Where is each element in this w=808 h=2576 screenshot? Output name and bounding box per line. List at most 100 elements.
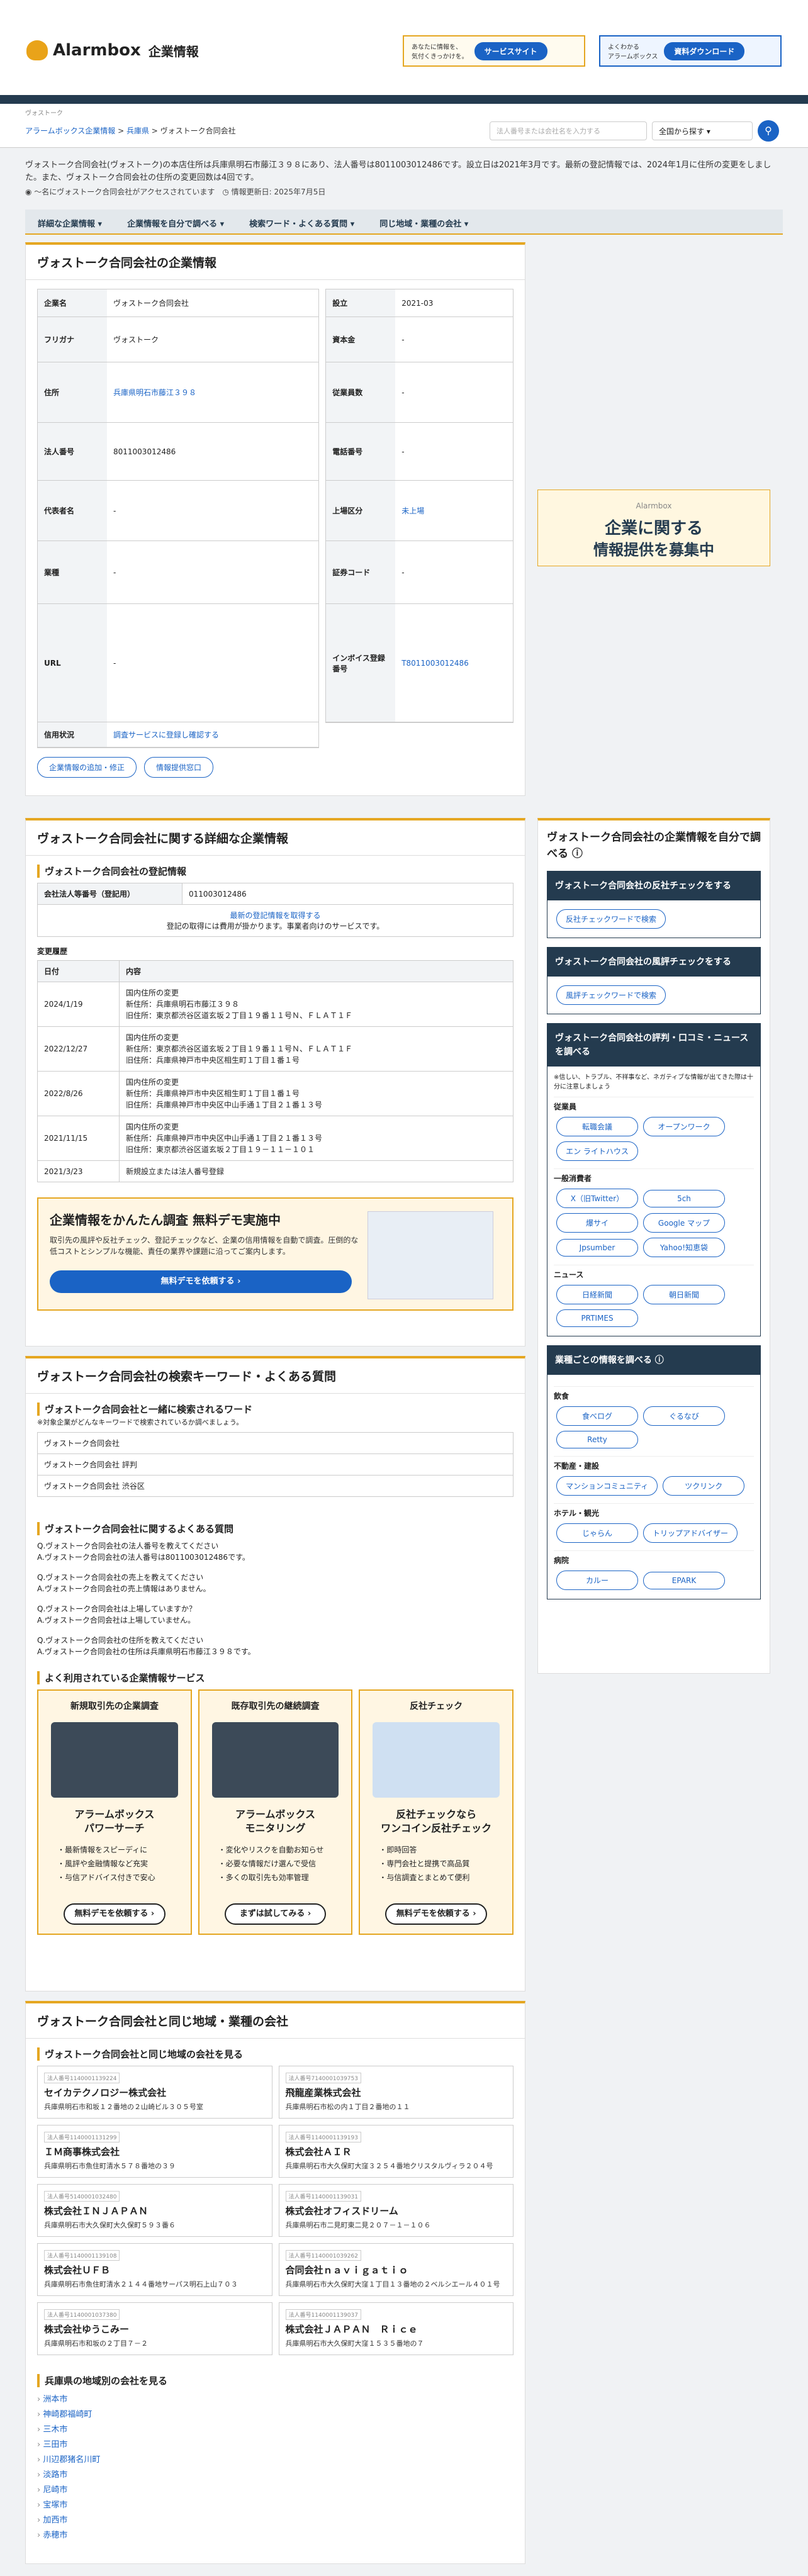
- demo-request-button[interactable]: 無料デモを依頼する ›: [50, 1270, 352, 1293]
- company-grid: 法人番号1140001139224 セイカテクノロジー株式会社 兵庫県明石市和坂１２…: [26, 2066, 525, 2355]
- company-item[interactable]: 法人番号1140001039262 合同会社ｎａｖｉｇａｔｉｏ 兵庫県明石市大久保町…: [278, 2243, 513, 2296]
- region-select[interactable]: 全国から探す ▾: [652, 121, 753, 140]
- service-site-button[interactable]: あなたに情報を、 気付くきっかけを。 サービスサイト: [403, 35, 585, 67]
- list-item: 神崎郡福崎町: [37, 2407, 513, 2422]
- area-link[interactable]: 三田市: [43, 2440, 67, 2450]
- site-link-button[interactable]: 爆サイ: [556, 1213, 638, 1233]
- area-list: 洲本市神崎郡福崎町三木市三田市川辺郡猪名川町淡路市尼崎市宝塚市加西市赤穂市: [26, 2392, 525, 2543]
- antisocial-search-button[interactable]: 反社チェックワードで検索: [556, 909, 666, 929]
- site-link-button[interactable]: Google マップ: [643, 1213, 725, 1233]
- company-address: 兵庫県明石市和坂１２番地の２山崎ビル３０５号室: [44, 2103, 203, 2111]
- company-item[interactable]: 法人番号7140001039753 飛龍産業株式会社 兵庫県明石市松の内１丁目２番地…: [278, 2066, 513, 2119]
- site-link-button[interactable]: 食べログ: [556, 1406, 638, 1426]
- site-link-button[interactable]: 日経新聞: [556, 1285, 638, 1304]
- table-row: 2022/8/26 国内住所の変更 新住所：兵庫県神戸市中央区相生町１丁目１番１号…: [37, 1071, 513, 1116]
- area-link[interactable]: 赤穂市: [43, 2531, 67, 2540]
- keyword-row[interactable]: ヴォストーク合同会社 渋谷区: [37, 1475, 513, 1497]
- crumb-home[interactable]: アラームボックス企業情報: [25, 126, 115, 135]
- help-icon[interactable]: ⓘ: [572, 848, 583, 860]
- listing-link[interactable]: 未上場: [401, 505, 424, 516]
- site-logo[interactable]: Alarmbox 企業情報: [26, 40, 199, 60]
- area-link[interactable]: 洲本市: [43, 2395, 67, 2404]
- company-name: 株式会社ＡＩＲ: [285, 2146, 352, 2158]
- site-link-button[interactable]: トリップアドバイザー: [643, 1523, 738, 1543]
- list-item: 三木市: [37, 2422, 513, 2438]
- company-item[interactable]: 法人番号1140001139031 株式会社オフィスドリーム 兵庫県明石市二見町東二…: [278, 2184, 513, 2237]
- info-window-button[interactable]: 情報提供窓口: [144, 757, 214, 778]
- service-cta-button[interactable]: 無料デモを依頼する ›: [64, 1903, 166, 1925]
- site-header: Alarmbox 企業情報 あなたに情報を、 気付くきっかけを。 サービスサイト よ…: [0, 0, 808, 104]
- site-link-button[interactable]: Yahoo!知恵袋: [643, 1238, 725, 1257]
- company-item[interactable]: 法人番号1140001139108 株式会社ＵＦＢ 兵庫県明石市魚住町清水２１４４番…: [37, 2243, 272, 2296]
- sidebar: ヴォストーク合同会社の企業情報を自分で調べる ⓘ ヴォストーク合同会社の反社チェ…: [537, 818, 770, 1674]
- corp-number: 法人番号1140001037380: [44, 2309, 120, 2320]
- site-link-button[interactable]: Retty: [556, 1431, 638, 1448]
- tab-self[interactable]: 企業情報を自分で調べる ▾: [115, 210, 237, 233]
- tab-keywords[interactable]: 検索ワード・よくある質問 ▾: [237, 210, 367, 233]
- list-item: 三田市: [37, 2438, 513, 2453]
- site-link-button[interactable]: ぐるなび: [643, 1406, 725, 1426]
- area-link[interactable]: 淡路市: [43, 2470, 67, 2480]
- site-link-button[interactable]: マンションコミュニティ: [556, 1476, 658, 1496]
- search-icon[interactable]: ⚲: [758, 120, 779, 142]
- company-item[interactable]: 法人番号1140001139037 株式会社ＪＡＰＡＮ Ｒｉｃｅ 兵庫県明石市大久保…: [278, 2302, 513, 2355]
- area-link[interactable]: 宝塚市: [43, 2500, 67, 2510]
- company-address: 兵庫県明石市大久保町大窪１５３５番地の７: [285, 2339, 424, 2348]
- area-link[interactable]: 尼崎市: [43, 2485, 67, 2495]
- area-link[interactable]: 加西市: [43, 2516, 67, 2525]
- table-row: 2022/12/27 国内住所の変更 新住所：東京都渋谷区道玄坂２丁目１９番１１号…: [37, 1026, 513, 1072]
- site-link-button[interactable]: 転職会議: [556, 1117, 638, 1136]
- profile-left: 企業名 ヴォストーク合同会社 フリガナ ヴォストーク 住所 兵庫県明石市藤江３９８ 法…: [37, 289, 320, 748]
- area-link[interactable]: 三木市: [43, 2425, 67, 2434]
- site-link-button[interactable]: 朝日新聞: [643, 1285, 725, 1304]
- region-card: ヴォストーク合同会社と同じ地域・業種の会社 ヴォストーク合同会社と同じ地域の会社…: [25, 2001, 525, 2564]
- edit-info-button[interactable]: 企業情報の追加・修正: [37, 757, 137, 778]
- page-tag: ヴォストーク: [25, 110, 63, 117]
- company-name: 株式会社ＪＡＰＡＮ Ｒｉｃｅ: [285, 2324, 418, 2335]
- site-link-button[interactable]: じゃらん: [556, 1523, 638, 1543]
- keyword-row[interactable]: ヴォストーク合同会社: [37, 1432, 513, 1454]
- crumb-pref[interactable]: 兵庫県: [126, 126, 149, 135]
- site-link-button[interactable]: エン ライトハウス: [556, 1141, 638, 1161]
- site-link-button[interactable]: オープンワーク: [643, 1117, 725, 1136]
- site-link-button[interactable]: PRTIMES: [556, 1309, 638, 1327]
- tab-detail[interactable]: 詳細な企業情報 ▾: [25, 210, 115, 233]
- reputation-search-button[interactable]: 風評チェックワードで検索: [556, 985, 666, 1005]
- document-illustration: [368, 1211, 493, 1299]
- company-address: 兵庫県明石市大久保町大窪１丁目１３番地の２ベルシエール４０１号: [285, 2280, 500, 2288]
- credit-check-link[interactable]: 調査サービスに登録し確認する: [113, 729, 219, 740]
- service-card: 既存取引先の継続調査 アラームボックス モニタリング ・変化やリスクを自動お知らせ・…: [198, 1689, 353, 1935]
- company-item[interactable]: 法人番号1140001037380 株式会社ゆうこみー 兵庫県明石市和坂の２丁目７－…: [37, 2302, 272, 2355]
- corp-number: 法人番号1140001139108: [44, 2250, 120, 2261]
- company-address: 兵庫県明石市大久保町大窪３２５４番地クリスタルヴィラ２０４号: [285, 2162, 493, 2170]
- address-link[interactable]: 兵庫県明石市藤江３９８: [113, 387, 196, 398]
- history-table: 日付 内容 2024/1/19 国内住所の変更 新住所：兵庫県明石市藤江３９８ 旧住…: [37, 960, 513, 1182]
- invoice-link[interactable]: T8011003012486: [401, 659, 469, 668]
- keyword-row[interactable]: ヴォストーク合同会社 評判: [37, 1453, 513, 1476]
- site-link-button[interactable]: 5ch: [643, 1190, 725, 1207]
- site-link-button[interactable]: カルー: [556, 1571, 638, 1590]
- corp-number: 法人番号1140001131299: [44, 2132, 120, 2142]
- service-card: 新規取引先の企業調査 アラームボックス パワーサーチ ・最新情報をスピーディに ・風評…: [37, 1689, 192, 1935]
- breadcrumb-bar: ヴォストーク アラームボックス企業情報 > 兵庫県 > ヴォストーク合同会社 法…: [0, 104, 808, 148]
- download-button[interactable]: よくわかる アラームボックス 資料ダウンロード: [599, 35, 782, 67]
- company-item[interactable]: 法人番号1140001139193 株式会社ＡＩＲ 兵庫県明石市大久保町大窪３２５４…: [278, 2125, 513, 2178]
- company-name: 合同会社ｎａｖｉｇａｔｉｏ: [285, 2265, 408, 2276]
- info-request-banner[interactable]: Alarmbox 企業に関する 情報提供を募集中: [537, 490, 770, 566]
- site-link-button[interactable]: X（旧Twitter）: [556, 1189, 638, 1208]
- site-link-button[interactable]: Jpsumber: [556, 1239, 638, 1257]
- site-link-button[interactable]: EPARK: [643, 1572, 725, 1589]
- region-title: ヴォストーク合同会社と同じ地域・業種の会社: [26, 2003, 525, 2039]
- search-input[interactable]: 法人番号または会社名を入力する: [490, 121, 647, 140]
- company-item[interactable]: 法人番号1140001131299 ＩＭ商事株式会社 兵庫県明石市魚住町清水５７８番…: [37, 2125, 272, 2178]
- area-link[interactable]: 川辺郡猪名川町: [43, 2455, 100, 2465]
- service-cta-button[interactable]: まずは試してみる ›: [224, 1903, 327, 1925]
- service-cta-button[interactable]: 無料デモを依頼する ›: [385, 1903, 488, 1925]
- tab-region[interactable]: 同じ地域・業種の会社 ▾: [367, 210, 481, 233]
- clock-icon: ◷: [222, 188, 232, 196]
- company-item[interactable]: 法人番号1140001139224 セイカテクノロジー株式会社 兵庫県明石市和坂１２…: [37, 2066, 272, 2119]
- company-item[interactable]: 法人番号5140001032480 株式会社ＩＮＪＡＰＡＮ 兵庫県明石市大久保町大久…: [37, 2184, 272, 2237]
- area-link[interactable]: 神崎郡福崎町: [43, 2410, 92, 2419]
- get-registry-link[interactable]: 最新の登記情報を取得する: [230, 911, 320, 920]
- site-link-button[interactable]: ツクリンク: [663, 1476, 745, 1496]
